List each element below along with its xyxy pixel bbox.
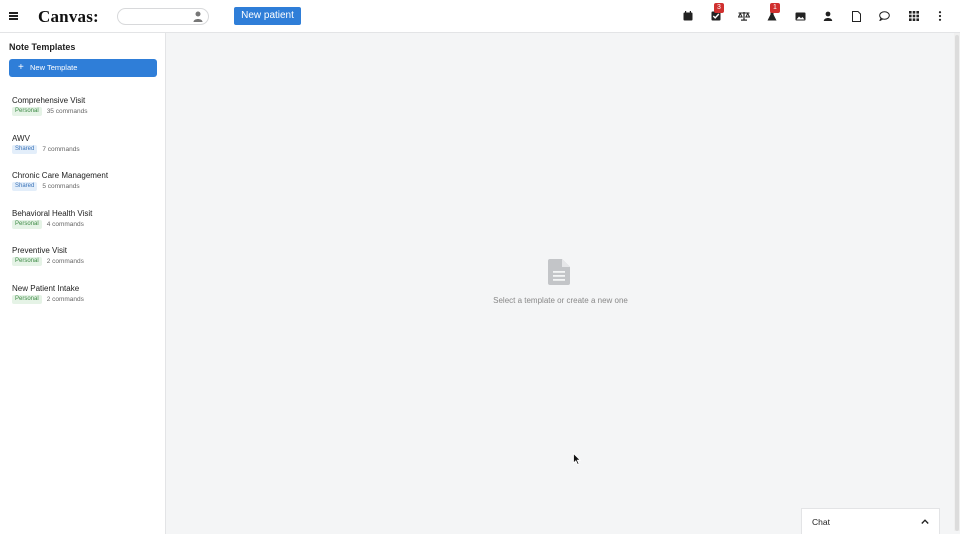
labs-badge: 1: [770, 3, 780, 13]
app-logo[interactable]: Canvas:: [38, 7, 99, 27]
template-item[interactable]: AWV Shared 7 commands: [0, 131, 166, 169]
imaging-icon[interactable]: [793, 9, 807, 23]
template-item[interactable]: Chronic Care Management Shared 5 commands: [0, 168, 166, 206]
empty-state-message: Select a template or create a new one: [493, 296, 628, 305]
menu-icon[interactable]: [9, 12, 18, 20]
template-tag: Personal: [12, 257, 42, 266]
chevron-up-icon: [921, 519, 929, 524]
template-editor-panel: Select a template or create a new one: [167, 33, 954, 531]
new-template-label: New Template: [30, 63, 78, 72]
new-patient-button[interactable]: New patient: [234, 7, 301, 25]
template-item[interactable]: Preventive Visit Personal 2 commands: [0, 243, 166, 281]
template-name: Behavioral Health Visit: [12, 208, 93, 218]
person-icon: [193, 11, 203, 22]
sidebar-title: Note Templates: [9, 42, 76, 52]
tasks-badge: 3: [714, 3, 724, 13]
top-bar: Canvas: New patient 3 1: [0, 0, 960, 33]
calendar-icon[interactable]: [681, 9, 695, 23]
scale-icon[interactable]: [737, 9, 751, 23]
template-name: New Patient Intake: [12, 283, 80, 293]
templates-sidebar: Note Templates + New Template Comprehens…: [0, 33, 166, 534]
template-item[interactable]: Comprehensive Visit Personal 35 commands: [0, 93, 166, 131]
new-template-button[interactable]: + New Template: [9, 59, 157, 77]
main-scrollbar[interactable]: [954, 33, 960, 531]
lab-flask-icon[interactable]: 1: [765, 3, 780, 23]
template-tag: Shared: [12, 144, 38, 154]
document-placeholder-icon: [548, 259, 570, 285]
template-list: Comprehensive Visit Personal 35 commands …: [0, 93, 166, 318]
chat-panel-toggle[interactable]: Chat: [801, 508, 940, 534]
template-tag: Personal: [12, 107, 42, 116]
template-item[interactable]: Behavioral Health Visit Personal 4 comman…: [0, 206, 166, 244]
template-name: AWV: [12, 133, 30, 143]
more-vertical-icon[interactable]: [933, 9, 947, 23]
chat-label: Chat: [812, 517, 830, 527]
template-tag: Shared: [12, 182, 38, 191]
mouse-pointer-icon: [573, 453, 581, 465]
document-icon[interactable]: [849, 9, 863, 23]
template-tag: Personal: [12, 219, 42, 229]
plus-icon: +: [18, 62, 24, 73]
template-name: Chronic Care Management: [12, 171, 109, 180]
template-tag: Personal: [12, 294, 42, 304]
template-command-count: 2 commands: [46, 295, 84, 303]
message-icon[interactable]: [877, 9, 891, 23]
template-command-count: 7 commands: [42, 145, 80, 153]
tasks-icon[interactable]: 3: [709, 3, 724, 23]
template-command-count: 2 commands: [46, 258, 84, 265]
patient-search-input[interactable]: [117, 8, 209, 25]
template-command-count: 35 commands: [46, 108, 88, 115]
template-name: Preventive Visit: [12, 246, 67, 255]
patient-icon[interactable]: [821, 9, 835, 23]
apps-grid-icon[interactable]: [907, 9, 921, 23]
template-item[interactable]: New Patient Intake Personal 2 commands: [0, 281, 166, 319]
template-name: Comprehensive Visit: [12, 96, 86, 105]
template-command-count: 5 commands: [42, 183, 80, 190]
template-command-count: 4 commands: [46, 220, 84, 228]
scrollbar-thumb[interactable]: [955, 35, 959, 531]
